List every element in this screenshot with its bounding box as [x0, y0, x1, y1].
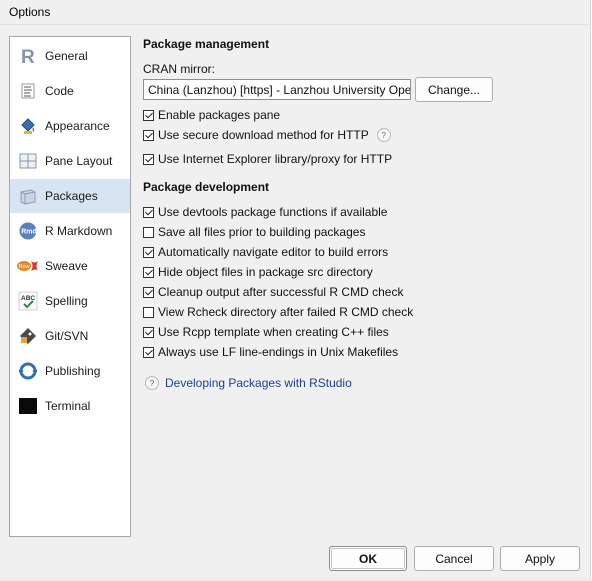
svg-text:Rnw: Rnw: [19, 264, 30, 270]
cran-mirror-label: CRAN mirror:: [143, 62, 215, 76]
sidebar-item-spelling[interactable]: ABC Spelling: [10, 284, 130, 318]
svg-text:R: R: [21, 47, 35, 66]
developing-packages-help-link[interactable]: ? Developing Packages with RStudio: [145, 376, 352, 390]
option-save-all-files[interactable]: Save all files prior to building package…: [143, 224, 365, 240]
sidebar-item-label: General: [45, 49, 88, 63]
checkbox-label: Enable packages pane: [158, 108, 281, 122]
checkbox[interactable]: [143, 206, 154, 218]
checkbox-label: Use secure download method for HTTP: [158, 128, 369, 142]
help-icon: ?: [145, 376, 159, 390]
r-logo-icon: R: [17, 45, 39, 67]
sidebar-item-label: Packages: [45, 189, 98, 203]
checkbox[interactable]: [143, 153, 154, 165]
checkbox[interactable]: [143, 266, 154, 278]
title-divider: [0, 24, 590, 25]
sidebar-item-label: Code: [45, 84, 74, 98]
package-icon: [17, 185, 39, 207]
sweave-icon: Rnw: [17, 255, 39, 277]
title-bar: Options: [0, 0, 590, 24]
svg-text:ABC: ABC: [21, 295, 35, 302]
checkbox-label: Use devtools package functions if availa…: [158, 205, 388, 219]
sidebar-item-label: Pane Layout: [45, 154, 113, 168]
apply-button[interactable]: Apply: [500, 546, 580, 571]
help-link-text[interactable]: Developing Packages with RStudio: [165, 376, 352, 390]
option-hide-object-files[interactable]: Hide object files in package src directo…: [143, 264, 373, 280]
help-icon[interactable]: ?: [376, 128, 391, 142]
change-mirror-button[interactable]: Change...: [415, 77, 493, 102]
sidebar-item-terminal[interactable]: Terminal: [10, 389, 130, 423]
option-navigate-build-errors[interactable]: Automatically navigate editor to build e…: [143, 244, 388, 260]
git-icon: [17, 325, 39, 347]
checkbox[interactable]: [143, 246, 154, 258]
sidebar-item-packages[interactable]: Packages: [10, 179, 130, 213]
sidebar-item-appearance[interactable]: Appearance: [10, 109, 130, 143]
sidebar-item-label: Terminal: [45, 399, 91, 413]
publish-icon: [17, 360, 39, 382]
checkbox-label: Use Internet Explorer library/proxy for …: [158, 152, 393, 166]
checkbox[interactable]: [143, 346, 154, 358]
checkbox[interactable]: [143, 326, 154, 338]
checkbox[interactable]: [143, 129, 154, 141]
svg-text:Rmd: Rmd: [21, 229, 37, 236]
checkbox[interactable]: [143, 306, 154, 318]
sidebar-item-pane-layout[interactable]: Pane Layout: [10, 144, 130, 178]
paint-bucket-icon: [17, 115, 39, 137]
pane-layout-icon: [17, 150, 39, 172]
sidebar-item-label: Git/SVN: [45, 329, 89, 343]
checkbox-label: Save all files prior to building package…: [158, 225, 366, 239]
option-enable-packages-pane[interactable]: Enable packages pane: [143, 107, 280, 123]
option-lf-line-endings[interactable]: Always use LF line-endings in Unix Makef…: [143, 344, 398, 360]
terminal-icon: [17, 395, 39, 417]
cran-mirror-field[interactable]: China (Lanzhou) [https] - Lanzhou Univer…: [143, 79, 411, 100]
sidebar-item-general[interactable]: R General: [10, 39, 130, 73]
sidebar-item-publishing[interactable]: Publishing: [10, 354, 130, 388]
option-view-rcheck[interactable]: View Rcheck directory after failed R CMD…: [143, 304, 413, 320]
option-secure-download[interactable]: Use secure download method for HTTP ?: [143, 127, 391, 143]
sidebar-item-label: Sweave: [45, 259, 88, 273]
sidebar-item-label: Spelling: [45, 294, 88, 308]
sidebar-item-git-svn[interactable]: Git/SVN: [10, 319, 130, 353]
sidebar-item-code[interactable]: Code: [10, 74, 130, 108]
option-use-devtools[interactable]: Use devtools package functions if availa…: [143, 204, 387, 220]
rmd-icon: Rmd: [17, 220, 39, 242]
package-development-heading: Package development: [143, 180, 270, 194]
ok-button[interactable]: OK: [329, 546, 407, 571]
checkbox-label: Cleanup output after successful R CMD ch…: [158, 285, 404, 299]
sidebar-item-label: Appearance: [45, 119, 110, 133]
options-sidebar: R General Code Appearance Pane Layout Pa…: [9, 36, 131, 537]
window-title: Options: [9, 5, 51, 19]
option-ie-proxy[interactable]: Use Internet Explorer library/proxy for …: [143, 151, 392, 167]
checkbox-label: Automatically navigate editor to build e…: [158, 245, 389, 259]
checkbox[interactable]: [143, 286, 154, 298]
cancel-button[interactable]: Cancel: [414, 546, 494, 571]
sidebar-item-r-markdown[interactable]: Rmd R Markdown: [10, 214, 130, 248]
checkbox-label: View Rcheck directory after failed R CMD…: [158, 305, 414, 319]
package-management-heading: Package management: [143, 37, 270, 51]
option-cleanup-output[interactable]: Cleanup output after successful R CMD ch…: [143, 284, 403, 300]
options-dialog: Options R General Code Appearance Pane L…: [0, 0, 591, 579]
checkbox[interactable]: [143, 226, 154, 238]
sidebar-item-label: Publishing: [45, 364, 101, 378]
spellcheck-icon: ABC: [17, 290, 39, 312]
option-rcpp-template[interactable]: Use Rcpp template when creating C++ file…: [143, 324, 389, 340]
checkbox[interactable]: [143, 109, 154, 121]
sidebar-item-label: R Markdown: [45, 224, 113, 238]
code-document-icon: [17, 80, 39, 102]
checkbox-label: Always use LF line-endings in Unix Makef…: [158, 345, 399, 359]
checkbox-label: Use Rcpp template when creating C++ file…: [158, 325, 389, 339]
checkbox-label: Hide object files in package src directo…: [158, 265, 373, 279]
sidebar-item-sweave[interactable]: Rnw Sweave: [10, 249, 130, 283]
